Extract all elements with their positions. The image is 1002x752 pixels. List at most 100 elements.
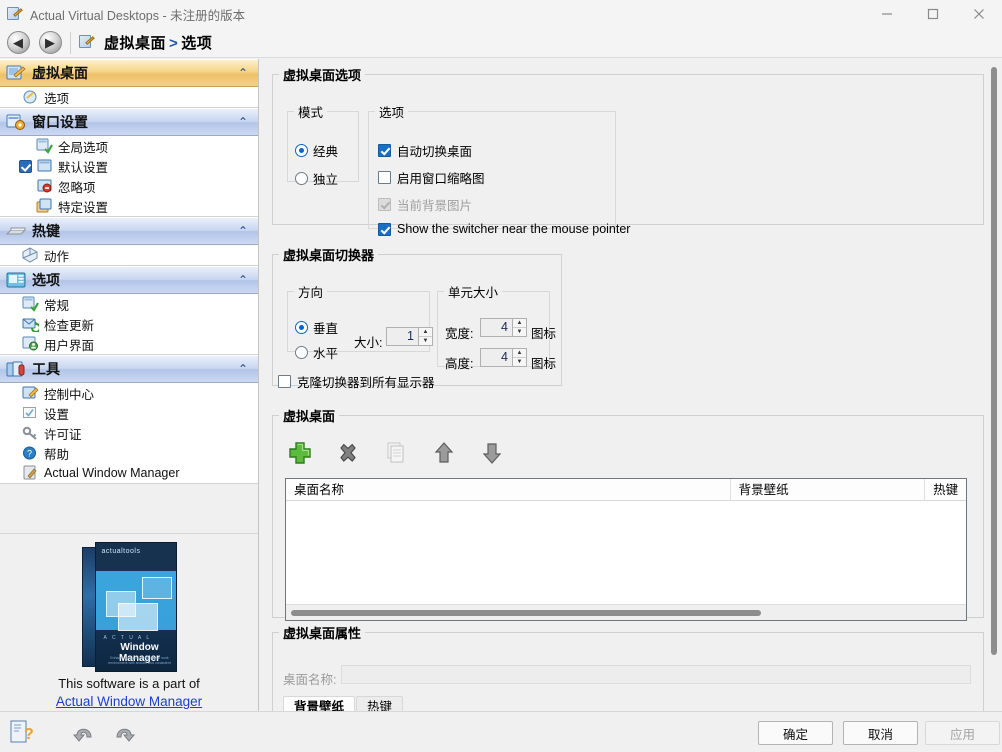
radio-classic[interactable]: 经典 xyxy=(295,141,338,160)
chevron-up-icon[interactable]: ⌃ xyxy=(238,274,248,286)
move-down-button[interactable] xyxy=(478,439,506,467)
undo-icon[interactable] xyxy=(71,719,97,745)
sidebar-group-label: 选项 xyxy=(32,272,60,288)
sidebar-group-options[interactable]: 选项 ⌃ xyxy=(0,266,258,294)
add-desktop-button[interactable] xyxy=(286,439,314,467)
sidebar-item-exclusions[interactable]: 忽略项 xyxy=(0,176,258,196)
cell-height-decrement-button[interactable]: ▼ xyxy=(513,358,526,366)
copy-desktop-button xyxy=(382,439,410,467)
switcher-group: 虚拟桌面切换器 方向 垂直 水平 大小: 1 ▲ ▼ 单元大小 宽度: 4 ▲ … xyxy=(272,245,562,390)
redo-icon[interactable] xyxy=(111,719,137,745)
promo-link[interactable]: Actual Window Manager xyxy=(0,694,258,709)
close-button[interactable] xyxy=(956,0,1002,28)
sidebar-item-general[interactable]: 常规 xyxy=(0,294,258,314)
move-up-button[interactable] xyxy=(430,439,458,467)
radio-horizontal[interactable]: 水平 xyxy=(295,343,338,362)
desktop-name-input[interactable] xyxy=(341,665,971,684)
sidebar-item-label: 设置 xyxy=(44,407,70,422)
help-book-icon[interactable]: ? xyxy=(8,719,34,745)
sidebar-item-options[interactable]: 选项 xyxy=(0,87,258,107)
window-settings-icon xyxy=(6,113,26,132)
column-header-hotkey[interactable]: 热键 xyxy=(925,479,966,501)
group-title: 虚拟桌面选项 xyxy=(283,68,362,83)
size-decrement-button[interactable]: ▼ xyxy=(419,337,432,345)
cancel-button[interactable]: 取消 xyxy=(843,721,918,745)
mode-subgroup: 模式 经典 独立 xyxy=(287,102,359,187)
main-vertical-scrollbar[interactable] xyxy=(987,59,1002,711)
sidebar-item-configuration[interactable]: 设置 xyxy=(0,403,258,423)
radio-dot-icon xyxy=(295,172,308,185)
radio-independent[interactable]: 独立 xyxy=(295,169,338,188)
cell-height-increment-button[interactable]: ▲ xyxy=(513,349,526,358)
cell-width-value[interactable]: 4 xyxy=(480,318,512,337)
bottom-bar: ? 确定 取消 应用 xyxy=(0,711,1002,752)
cell-width-increment-button[interactable]: ▲ xyxy=(513,319,526,328)
scrollbar-thumb[interactable] xyxy=(291,610,761,616)
checkbox-clone-switcher[interactable]: 克隆切换器到所有显示器 xyxy=(278,372,435,391)
breadcrumb-root[interactable]: 虚拟桌面 xyxy=(104,35,166,52)
svg-text:?: ? xyxy=(24,726,34,743)
sidebar-group-hotkeys[interactable]: 热键 ⌃ xyxy=(0,217,258,245)
sidebar-item-help[interactable]: ? 帮助 xyxy=(0,443,258,463)
sidebar-item-label: 常规 xyxy=(44,298,70,313)
sidebar-item-actions[interactable]: 动作 xyxy=(0,245,258,265)
checkbox-icon xyxy=(378,222,391,236)
sidebar-item-license[interactable]: 许可证 xyxy=(0,423,258,443)
sidebar-item-global-options[interactable]: 全局选项 xyxy=(0,136,258,156)
cell-height-stepper[interactable]: 4 ▲ ▼ xyxy=(480,348,527,367)
chevron-up-icon[interactable]: ⌃ xyxy=(238,116,248,128)
checkbox-label: 当前背景图片 xyxy=(397,199,473,213)
tab-hotkey[interactable]: 热键 xyxy=(356,696,404,711)
checkbox-enable-window-thumbnails[interactable]: 启用窗口缩略图 xyxy=(378,168,485,187)
cell-width-stepper[interactable]: 4 ▲ ▼ xyxy=(480,318,527,337)
sidebar-item-label: 特定设置 xyxy=(58,200,109,215)
checkbox-auto-switch-desktop[interactable]: 自动切换桌面 xyxy=(378,141,472,160)
width-unit: 图标 xyxy=(531,327,557,341)
sidebar-group-body-tools: 控制中心 设置 许可证 ? 帮助 Actual Window Manager xyxy=(0,383,258,484)
maximize-button[interactable] xyxy=(910,0,956,28)
cell-height-value[interactable]: 4 xyxy=(480,348,512,367)
back-button[interactable]: ◀ xyxy=(4,30,32,56)
column-header-name[interactable]: 桌面名称 xyxy=(286,479,731,501)
default-settings-icon xyxy=(36,158,53,174)
configuration-icon xyxy=(22,405,39,421)
chevron-up-icon[interactable]: ⌃ xyxy=(238,363,248,375)
chevron-up-icon[interactable]: ⌃ xyxy=(238,67,248,79)
scrollbar-thumb[interactable] xyxy=(991,67,997,655)
sidebar-group-label: 热键 xyxy=(32,223,60,239)
column-header-wallpaper[interactable]: 背景壁纸 xyxy=(731,479,926,501)
tab-wallpaper[interactable]: 背景壁纸 xyxy=(283,696,356,711)
checkbox-label: 自动切换桌面 xyxy=(397,145,473,159)
checkbox-icon xyxy=(378,171,391,184)
minimize-button[interactable] xyxy=(864,0,910,28)
size-value[interactable]: 1 xyxy=(386,327,418,346)
sidebar-item-control-center[interactable]: 控制中心 xyxy=(0,383,258,403)
desktops-list[interactable]: 桌面名称 背景壁纸 热键 xyxy=(285,478,967,621)
cell-width-decrement-button[interactable]: ▼ xyxy=(513,328,526,336)
sidebar-group-label: 窗口设置 xyxy=(32,114,88,130)
size-stepper[interactable]: 1 ▲ ▼ xyxy=(386,327,433,346)
chevron-up-icon[interactable]: ⌃ xyxy=(238,225,248,237)
ok-button[interactable]: 确定 xyxy=(758,721,833,745)
sidebar: 虚拟桌面 ⌃ 选项 窗口设置 ⌃ 全局选项 默认设置 忽略项 特定设置 热键 ⌃… xyxy=(0,59,259,711)
sidebar-item-specific-settings[interactable]: 特定设置 xyxy=(0,196,258,216)
size-increment-button[interactable]: ▲ xyxy=(419,328,432,337)
sidebar-item-awm[interactable]: Actual Window Manager xyxy=(0,463,258,483)
forward-button[interactable]: ▶ xyxy=(36,30,64,56)
sidebar-group-tools[interactable]: 工具 ⌃ xyxy=(0,355,258,383)
sidebar-item-check-updates[interactable]: 检查更新 xyxy=(0,314,258,334)
checkbox-show-switcher-near-pointer[interactable]: Show the switcher near the mouse pointer xyxy=(378,222,630,236)
desktop-name-label: 桌面名称: xyxy=(283,673,337,687)
sidebar-group-window-settings[interactable]: 窗口设置 ⌃ xyxy=(0,108,258,136)
cell-size-title: 单元大小 xyxy=(448,286,499,300)
sidebar-group-virtual-desktops[interactable]: 虚拟桌面 ⌃ xyxy=(0,59,258,87)
sidebar-item-user-interface[interactable]: 用户界面 xyxy=(0,334,258,354)
radio-label: 水平 xyxy=(313,347,339,361)
sidebar-item-label: 帮助 xyxy=(44,447,70,462)
delete-desktop-button[interactable] xyxy=(334,439,362,467)
sidebar-item-label: Actual Window Manager xyxy=(44,466,180,480)
radio-vertical[interactable]: 垂直 xyxy=(295,318,338,337)
sidebar-item-default-settings[interactable]: 默认设置 xyxy=(0,156,258,176)
sidebar-group-label: 工具 xyxy=(32,361,60,377)
desktops-list-horizontal-scrollbar[interactable] xyxy=(286,604,966,620)
